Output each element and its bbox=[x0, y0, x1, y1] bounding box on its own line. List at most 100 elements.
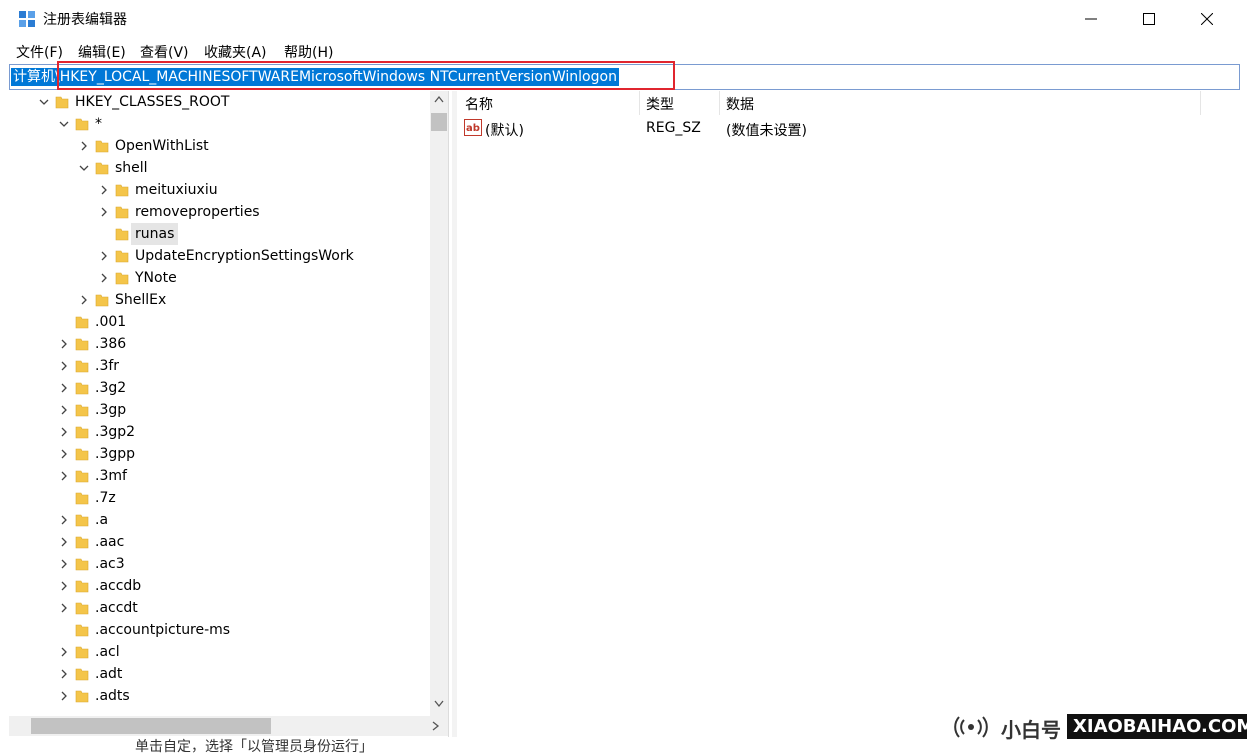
expand-arrow-icon[interactable] bbox=[59, 669, 69, 679]
menu-help[interactable]: 帮助(H) bbox=[284, 42, 333, 62]
expand-arrow-icon[interactable] bbox=[59, 647, 69, 657]
tree-item[interactable]: .3gp2 bbox=[9, 421, 429, 443]
scroll-up-icon[interactable] bbox=[434, 95, 444, 103]
tree-item[interactable]: .acl bbox=[9, 641, 429, 663]
tree-item[interactable]: UpdateEncryptionSettingsWork bbox=[9, 245, 429, 267]
expand-arrow-icon[interactable] bbox=[79, 141, 89, 151]
expand-arrow-icon[interactable] bbox=[59, 603, 69, 613]
close-button[interactable] bbox=[1178, 0, 1236, 38]
folder-icon bbox=[75, 690, 89, 703]
tree-item-label: .accountpicture-ms bbox=[95, 622, 231, 638]
expand-arrow-icon[interactable] bbox=[99, 185, 109, 195]
tree-item-label: UpdateEncryptionSettingsWork bbox=[135, 248, 354, 264]
tree-item-label: HKEY_CLASSES_ROOT bbox=[75, 94, 230, 110]
tree-item-label: runas bbox=[131, 223, 179, 245]
tree-item[interactable]: .accdb bbox=[9, 575, 429, 597]
maximize-button[interactable] bbox=[1120, 0, 1178, 38]
tree-item-label: .aac bbox=[95, 534, 125, 550]
tree-item[interactable]: .a bbox=[9, 509, 429, 531]
folder-icon bbox=[75, 426, 89, 439]
tree-item[interactable]: ShellEx bbox=[9, 289, 429, 311]
column-type[interactable]: 类型 bbox=[646, 94, 674, 114]
folder-icon bbox=[75, 448, 89, 461]
tree-item[interactable]: .3g2 bbox=[9, 377, 429, 399]
tree-horizontal-scrollbar[interactable] bbox=[9, 716, 448, 736]
minimize-button[interactable] bbox=[1062, 0, 1120, 38]
expand-arrow-icon[interactable] bbox=[59, 361, 69, 371]
column-divider[interactable] bbox=[639, 91, 640, 115]
collapse-arrow-icon[interactable] bbox=[79, 163, 89, 173]
tree-item[interactable]: runas bbox=[9, 223, 429, 245]
expand-arrow-icon[interactable] bbox=[99, 273, 109, 283]
tree-item[interactable]: removeproperties bbox=[9, 201, 429, 223]
tree-item[interactable]: .3fr bbox=[9, 355, 429, 377]
expand-arrow-icon[interactable] bbox=[59, 581, 69, 591]
tree-item-label: .accdt bbox=[95, 600, 138, 616]
tree-item[interactable]: .3gpp bbox=[9, 443, 429, 465]
tree-item[interactable]: .3gp bbox=[9, 399, 429, 421]
scroll-right-icon[interactable] bbox=[432, 721, 440, 731]
tree-item-label: .7z bbox=[95, 490, 116, 506]
tree-item[interactable]: YNote bbox=[9, 267, 429, 289]
expand-arrow-icon[interactable] bbox=[59, 537, 69, 547]
column-data[interactable]: 数据 bbox=[726, 94, 754, 114]
tree-item[interactable]: .adt bbox=[9, 663, 429, 685]
tree-item[interactable]: .7z bbox=[9, 487, 429, 509]
svg-text:ab: ab bbox=[466, 123, 480, 134]
key-tree[interactable]: HKEY_CLASSES_ROOT * OpenWithList shell meitu… bbox=[9, 91, 449, 737]
tree-vertical-scrollbar[interactable] bbox=[430, 91, 448, 716]
tree-item-label: .adt bbox=[95, 666, 123, 682]
expand-arrow-icon[interactable] bbox=[59, 427, 69, 437]
broadcast-icon bbox=[954, 716, 988, 738]
tree-item-label: .3g2 bbox=[95, 380, 127, 396]
menu-view[interactable]: 查看(V) bbox=[140, 42, 189, 62]
tree-vscroll-thumb[interactable] bbox=[431, 113, 447, 131]
tree-item[interactable]: meituxiuxiu bbox=[9, 179, 429, 201]
tree-item-label: .386 bbox=[95, 336, 127, 352]
collapse-arrow-icon[interactable] bbox=[39, 97, 49, 107]
column-name[interactable]: 名称 bbox=[465, 94, 493, 114]
scroll-down-icon[interactable] bbox=[434, 700, 444, 708]
column-divider[interactable] bbox=[719, 91, 720, 115]
tree-item[interactable]: .accountpicture-ms bbox=[9, 619, 429, 641]
expand-arrow-icon[interactable] bbox=[99, 251, 109, 261]
folder-icon bbox=[95, 294, 109, 307]
tree-item-label: .3gpp bbox=[95, 446, 136, 462]
column-divider[interactable] bbox=[1200, 91, 1201, 115]
values-list[interactable]: 名称 类型 数据 ab (默认) REG_SZ (数值未设置) bbox=[457, 91, 1240, 737]
folder-icon bbox=[75, 536, 89, 549]
folder-icon bbox=[75, 316, 89, 329]
tree-hscroll-thumb[interactable] bbox=[31, 718, 271, 734]
tree-item-label: .3mf bbox=[95, 468, 127, 484]
collapse-arrow-icon[interactable] bbox=[59, 119, 69, 129]
tree-item[interactable]: .ac3 bbox=[9, 553, 429, 575]
tree-item[interactable]: * bbox=[9, 113, 429, 135]
tree-item[interactable]: .aac bbox=[9, 531, 429, 553]
expand-arrow-icon[interactable] bbox=[59, 471, 69, 481]
menu-favorites[interactable]: 收藏夹(A) bbox=[204, 42, 267, 62]
tree-item[interactable]: HKEY_CLASSES_ROOT bbox=[9, 91, 429, 113]
expand-arrow-icon[interactable] bbox=[59, 405, 69, 415]
expand-arrow-icon[interactable] bbox=[59, 339, 69, 349]
expand-arrow-icon[interactable] bbox=[99, 207, 109, 217]
folder-icon bbox=[55, 96, 69, 109]
expand-arrow-icon[interactable] bbox=[59, 449, 69, 459]
tree-item-label: .adts bbox=[95, 688, 130, 704]
tree-item[interactable]: .001 bbox=[9, 311, 429, 333]
menu-file[interactable]: 文件(F) bbox=[16, 42, 63, 62]
address-root: 计算机 bbox=[13, 69, 55, 85]
expand-arrow-icon[interactable] bbox=[59, 691, 69, 701]
folder-icon bbox=[75, 470, 89, 483]
tree-item[interactable]: OpenWithList bbox=[9, 135, 429, 157]
menu-edit[interactable]: 编辑(E) bbox=[78, 42, 126, 62]
tree-item[interactable]: .3mf bbox=[9, 465, 429, 487]
registry-editor-icon bbox=[19, 11, 35, 27]
tree-item[interactable]: shell bbox=[9, 157, 429, 179]
tree-item[interactable]: .accdt bbox=[9, 597, 429, 619]
expand-arrow-icon[interactable] bbox=[59, 515, 69, 525]
tree-item[interactable]: .adts bbox=[9, 685, 429, 707]
tree-item[interactable]: .386 bbox=[9, 333, 429, 355]
expand-arrow-icon[interactable] bbox=[79, 295, 89, 305]
expand-arrow-icon[interactable] bbox=[59, 383, 69, 393]
expand-arrow-icon[interactable] bbox=[59, 559, 69, 569]
